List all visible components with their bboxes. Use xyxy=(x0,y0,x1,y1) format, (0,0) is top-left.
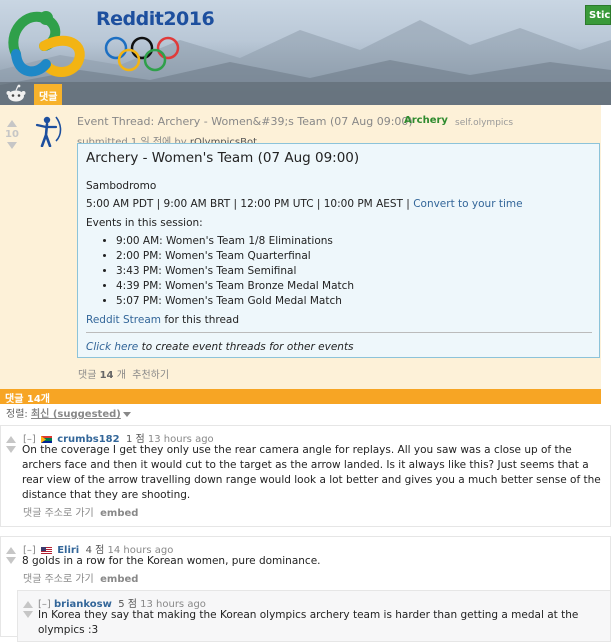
downvote-arrow-icon[interactable] xyxy=(7,142,17,149)
chevron-down-icon[interactable] xyxy=(122,411,131,417)
embed-link[interactable]: embed xyxy=(100,508,138,519)
post-score: 10 xyxy=(5,129,19,140)
comment-vote xyxy=(22,601,34,618)
olympic-rings-icon xyxy=(104,36,180,72)
comment-actions: 댓글 주소로 가기 embed xyxy=(23,504,138,519)
event-heading: Archery - Women's Team (07 Aug 09:00) xyxy=(86,150,360,166)
downvote-arrow-icon[interactable] xyxy=(6,446,16,453)
event-item: 9:00 AM: Women's Team 1/8 Eliminations xyxy=(116,234,354,249)
click-here-link[interactable]: Click here xyxy=(86,341,138,353)
permalink-link[interactable]: 댓글 주소로 가기 xyxy=(23,508,94,519)
stick-button[interactable]: Stic xyxy=(585,5,611,25)
post-actions: 댓글 14 개 추천하기 xyxy=(78,366,169,381)
sort-control: 정렬: 최신 (suggested) xyxy=(6,405,131,420)
tab-comments[interactable]: 댓글 xyxy=(34,84,63,105)
embed-link[interactable]: embed xyxy=(100,574,138,585)
event-times-text: 5:00 AM PDT | 9:00 AM BRT | 12:00 PM UTC… xyxy=(86,198,414,210)
post-selftext: Archery - Women's Team (07 Aug 09:00) Sa… xyxy=(77,143,600,358)
comment-body: 8 golds in a row for the Korean women, p… xyxy=(22,555,321,567)
upvote-arrow-icon[interactable] xyxy=(6,547,16,554)
tab-bar xyxy=(0,82,611,105)
recommend-link[interactable]: 추천하기 xyxy=(132,370,169,381)
comment-body: In Korea they say that making the Korean… xyxy=(38,609,579,636)
comment-actions: 댓글 주소로 가기 embed xyxy=(23,570,138,585)
post-flair: Archery xyxy=(404,115,448,126)
permalink-link[interactable]: 댓글 주소로 가기 xyxy=(23,574,94,585)
comment-vote xyxy=(5,436,17,453)
comment-body: On the coverage I get they only use the … xyxy=(22,444,601,501)
archer-thumbnail-icon[interactable] xyxy=(34,115,62,147)
event-item: 2:00 PM: Women's Team Quarterfinal xyxy=(116,249,354,264)
flag-icon xyxy=(41,546,52,554)
comment-vote xyxy=(5,547,17,564)
comments-suffix: 개 xyxy=(113,370,126,381)
comments-link[interactable]: 댓글 14 개 xyxy=(78,370,126,381)
upvote-arrow-icon[interactable] xyxy=(7,120,17,127)
downvote-arrow-icon[interactable] xyxy=(6,557,16,564)
events-label: Events in this session: xyxy=(86,217,203,229)
comments-count-bar: 댓글 14개 xyxy=(0,389,601,405)
site-logo-text[interactable]: Reddit2016 xyxy=(96,8,215,30)
event-item: 3:43 PM: Women's Team Semifinal xyxy=(116,264,354,279)
post-domain[interactable]: self.olympics xyxy=(455,118,513,128)
downvote-arrow-icon[interactable] xyxy=(23,611,33,618)
event-venue: Sambodromo xyxy=(86,180,157,192)
events-list: 9:00 AM: Women's Team 1/8 Eliminations 2… xyxy=(86,234,354,309)
stream-line: Reddit Stream for this thread xyxy=(86,314,239,326)
reddit-alien-icon[interactable] xyxy=(6,84,26,103)
flag-icon xyxy=(41,435,52,443)
rio2016-emblem-logo[interactable] xyxy=(6,4,92,80)
upvote-arrow-icon[interactable] xyxy=(23,601,33,608)
comment: [–] crumbs182 1 점 13 hours ago On the co… xyxy=(0,425,611,527)
event-item: 4:39 PM: Women's Team Bronze Medal Match xyxy=(116,279,354,294)
post-title[interactable]: Event Thread: Archery - Women&#39;s Team… xyxy=(77,115,413,128)
click-suffix: to create event threads for other events xyxy=(138,341,354,353)
comments-prefix: 댓글 xyxy=(78,370,100,381)
comment-reply: [–] briankosw 5 점 13 hours ago In Korea … xyxy=(17,590,611,642)
event-item: 5:07 PM: Women's Team Gold Medal Match xyxy=(116,294,354,309)
site-header: Reddit2016 Stic 댓글 xyxy=(0,0,611,105)
sort-dropdown[interactable]: 최신 (suggested) xyxy=(31,409,121,420)
event-times: 5:00 AM PDT | 9:00 AM BRT | 12:00 PM UTC… xyxy=(86,198,523,210)
reddit-stream-link[interactable]: Reddit Stream xyxy=(86,314,161,326)
click-here-line: Click here to create event threads for o… xyxy=(86,341,354,353)
convert-time-link[interactable]: Convert to your time xyxy=(413,198,522,210)
post-vote: 10 xyxy=(4,120,20,149)
sort-label: 정렬: xyxy=(6,409,28,420)
stream-suffix: for this thread xyxy=(160,314,240,326)
upvote-arrow-icon[interactable] xyxy=(6,436,16,443)
selftext-divider xyxy=(86,332,592,333)
comments-count: 14 xyxy=(99,370,114,381)
comment: [–] Eliri 4 점 14 hours ago 8 golds in a … xyxy=(0,536,611,642)
